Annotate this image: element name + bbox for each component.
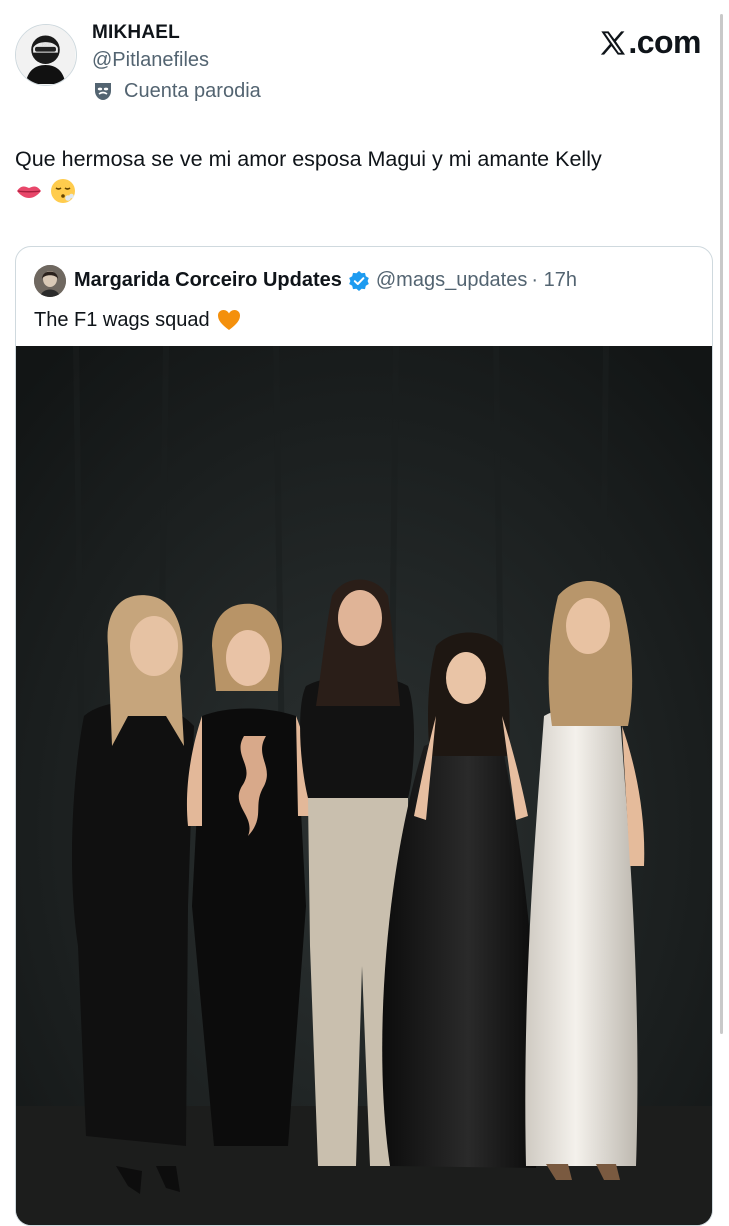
lips-emoji-icon [17,186,41,198]
group-photo [16,346,712,1225]
quoted-author-avatar[interactable] [34,265,66,297]
quoted-author-handle[interactable]: @mags_updates [376,269,528,292]
portrait-avatar-icon [34,265,66,297]
quoted-tweet-text: The F1 wags squad [34,307,242,333]
x-logo-icon [601,30,626,55]
quoted-author-name[interactable]: Margarida Corceiro Updates [74,269,342,292]
author-display-name[interactable]: MIKHAEL [92,22,180,44]
x-logo-text: .com [628,24,701,60]
parody-label: Cuenta parodia [92,78,261,104]
quoted-tweet-header: Margarida Corceiro Updates @mags_updates… [74,269,577,292]
orange-heart-icon [217,310,240,330]
x-logo[interactable]: .com [599,24,701,61]
verified-badge-icon [349,270,369,291]
author-handle[interactable]: @Pitlanefiles [92,49,209,72]
quoted-tweet-time[interactable]: · 17h [531,269,577,292]
tweet-emojis [15,177,77,205]
theater-mask-icon [95,83,111,100]
tweet-text: Que hermosa se ve mi amor esposa Magui y… [15,147,602,171]
author-avatar[interactable]: Red [15,24,77,86]
quoted-tweet-photo[interactable] [16,346,712,1225]
face-exhaling-emoji-icon [51,179,75,203]
quoted-tweet-card[interactable]: Margarida Corceiro Updates @mags_updates… [15,246,713,1226]
scrollbar[interactable] [720,14,723,1034]
parody-label-text: Cuenta parodia [124,79,261,102]
svg-text:Red: Red [42,42,51,48]
helmet-avatar-icon: Red [16,25,75,84]
quoted-tweet-text-content: The F1 wags squad [34,308,210,331]
